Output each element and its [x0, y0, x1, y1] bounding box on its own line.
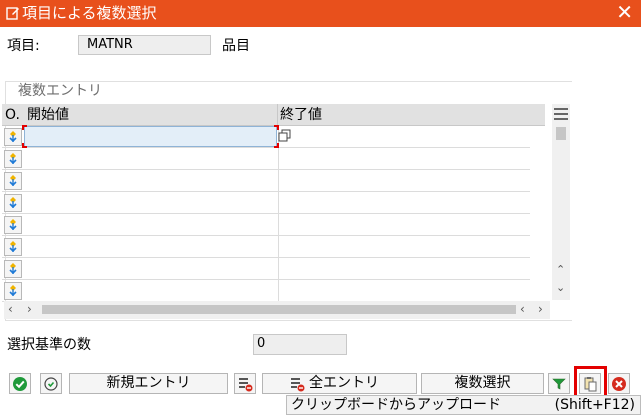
new-entries-button[interactable]: 新規エントリ	[69, 373, 228, 394]
start-value-cell[interactable]	[24, 148, 277, 169]
clipboard-button-highlight	[574, 366, 607, 398]
delete-row-icon	[239, 378, 253, 392]
scroll-thumb[interactable]	[556, 127, 566, 140]
scroll-up-icon[interactable]: ⌃	[556, 264, 565, 276]
start-value-cell[interactable]	[24, 170, 277, 191]
row-select-button[interactable]	[4, 282, 22, 300]
start-value-cell[interactable]	[24, 258, 277, 279]
table-row	[2, 170, 530, 192]
multiple-selection-dialog: 項目による複数選択 ✕ 項目: MATNR 品目 複数エントリ O. 開始値 終…	[0, 0, 641, 415]
selection-count-label: 選択基準の数	[7, 337, 91, 353]
scroll-down-icon[interactable]: ⌄	[556, 282, 565, 294]
recheck-icon	[44, 377, 58, 391]
header-divider	[277, 104, 278, 126]
button-bar: 新規エントリ 全エントリ 複数選択	[0, 370, 641, 396]
end-value-cell[interactable]	[278, 258, 530, 279]
table-row	[2, 236, 530, 258]
item-field: MATNR	[78, 35, 211, 55]
dialog-title: 項目による複数選択	[22, 4, 157, 22]
table-row	[2, 280, 530, 302]
row-select-button[interactable]	[4, 172, 22, 190]
delete-all-entries-button[interactable]: 全エントリ	[262, 373, 417, 394]
close-icon[interactable]: ✕	[616, 1, 633, 23]
clipboard-upload-tooltip: クリップボードからアップロード (Shift+F12)	[286, 395, 641, 415]
start-value-cell[interactable]	[24, 126, 277, 147]
item-label: 項目:	[7, 38, 40, 54]
start-value-cell[interactable]	[24, 192, 277, 213]
end-value-cell[interactable]	[278, 236, 530, 257]
check-entries-button[interactable]	[40, 373, 62, 394]
delete-all-entries-label: 全エントリ	[309, 375, 379, 391]
copy-icon[interactable]	[278, 129, 292, 147]
item-value: MATNR	[87, 37, 133, 52]
title-bar: 項目による複数選択 ✕	[0, 0, 641, 27]
delete-row-button[interactable]	[234, 373, 256, 394]
focus-corner-mark	[274, 125, 279, 130]
column-header-end[interactable]: 終了値	[280, 106, 322, 124]
end-value-cell[interactable]	[278, 148, 530, 169]
scroll-right-icon[interactable]: ›	[27, 302, 32, 317]
scroll-left-end-icon[interactable]: ‹	[520, 302, 525, 317]
column-header-op[interactable]: O.	[5, 106, 20, 124]
row-select-button[interactable]	[4, 128, 22, 146]
table-row	[2, 214, 530, 236]
tooltip-text: クリップボードからアップロード	[291, 397, 501, 413]
multiple-selection-button[interactable]: 複数選択	[421, 373, 544, 394]
scroll-thumb-horizontal[interactable]	[42, 305, 516, 314]
scroll-left-icon[interactable]: ‹	[8, 302, 13, 317]
panel-title: 複数エントリ	[18, 83, 102, 99]
scroll-right-end-icon[interactable]: ›	[538, 302, 543, 317]
column-settings-icon[interactable]	[553, 107, 569, 125]
filter-icon	[552, 378, 566, 390]
row-select-button[interactable]	[4, 150, 22, 168]
table-row	[2, 125, 530, 148]
filter-button[interactable]	[548, 373, 570, 394]
edit-icon	[6, 6, 20, 20]
table-row	[2, 192, 530, 214]
new-entries-label: 新規エントリ	[106, 375, 191, 391]
start-value-cell[interactable]	[24, 280, 277, 301]
selection-count-field: 0	[253, 334, 347, 355]
focus-corner-mark	[22, 125, 27, 130]
table-row	[2, 148, 530, 170]
table-row	[2, 258, 530, 280]
start-value-cell[interactable]	[24, 214, 277, 235]
item-description: 品目	[222, 38, 250, 54]
row-select-button[interactable]	[4, 238, 22, 256]
vertical-scrollbar[interactable]: ⌃ ⌄	[552, 104, 570, 300]
end-value-cell[interactable]	[278, 214, 530, 235]
end-value-cell[interactable]	[278, 170, 530, 191]
selection-count-value: 0	[257, 336, 266, 351]
start-value-cell[interactable]	[24, 236, 277, 257]
row-select-button[interactable]	[4, 194, 22, 212]
cancel-button[interactable]	[608, 373, 630, 394]
row-select-button[interactable]	[4, 216, 22, 234]
cancel-icon	[612, 377, 626, 391]
multiple-selection-label: 複数選択	[454, 375, 511, 391]
end-value-cell[interactable]	[278, 280, 530, 301]
check-icon	[13, 377, 27, 391]
delete-all-icon	[291, 378, 305, 392]
horizontal-scrollbar[interactable]: ‹ › ‹ ›	[4, 301, 550, 319]
table-header: O. 開始値 終了値	[2, 104, 545, 126]
end-value-cell[interactable]	[278, 192, 530, 213]
end-value-cell[interactable]	[278, 126, 530, 147]
column-header-start[interactable]: 開始値	[27, 106, 69, 124]
confirm-button[interactable]	[9, 373, 31, 394]
row-select-button[interactable]	[4, 260, 22, 278]
tooltip-shortcut: (Shift+F12)	[554, 397, 635, 413]
